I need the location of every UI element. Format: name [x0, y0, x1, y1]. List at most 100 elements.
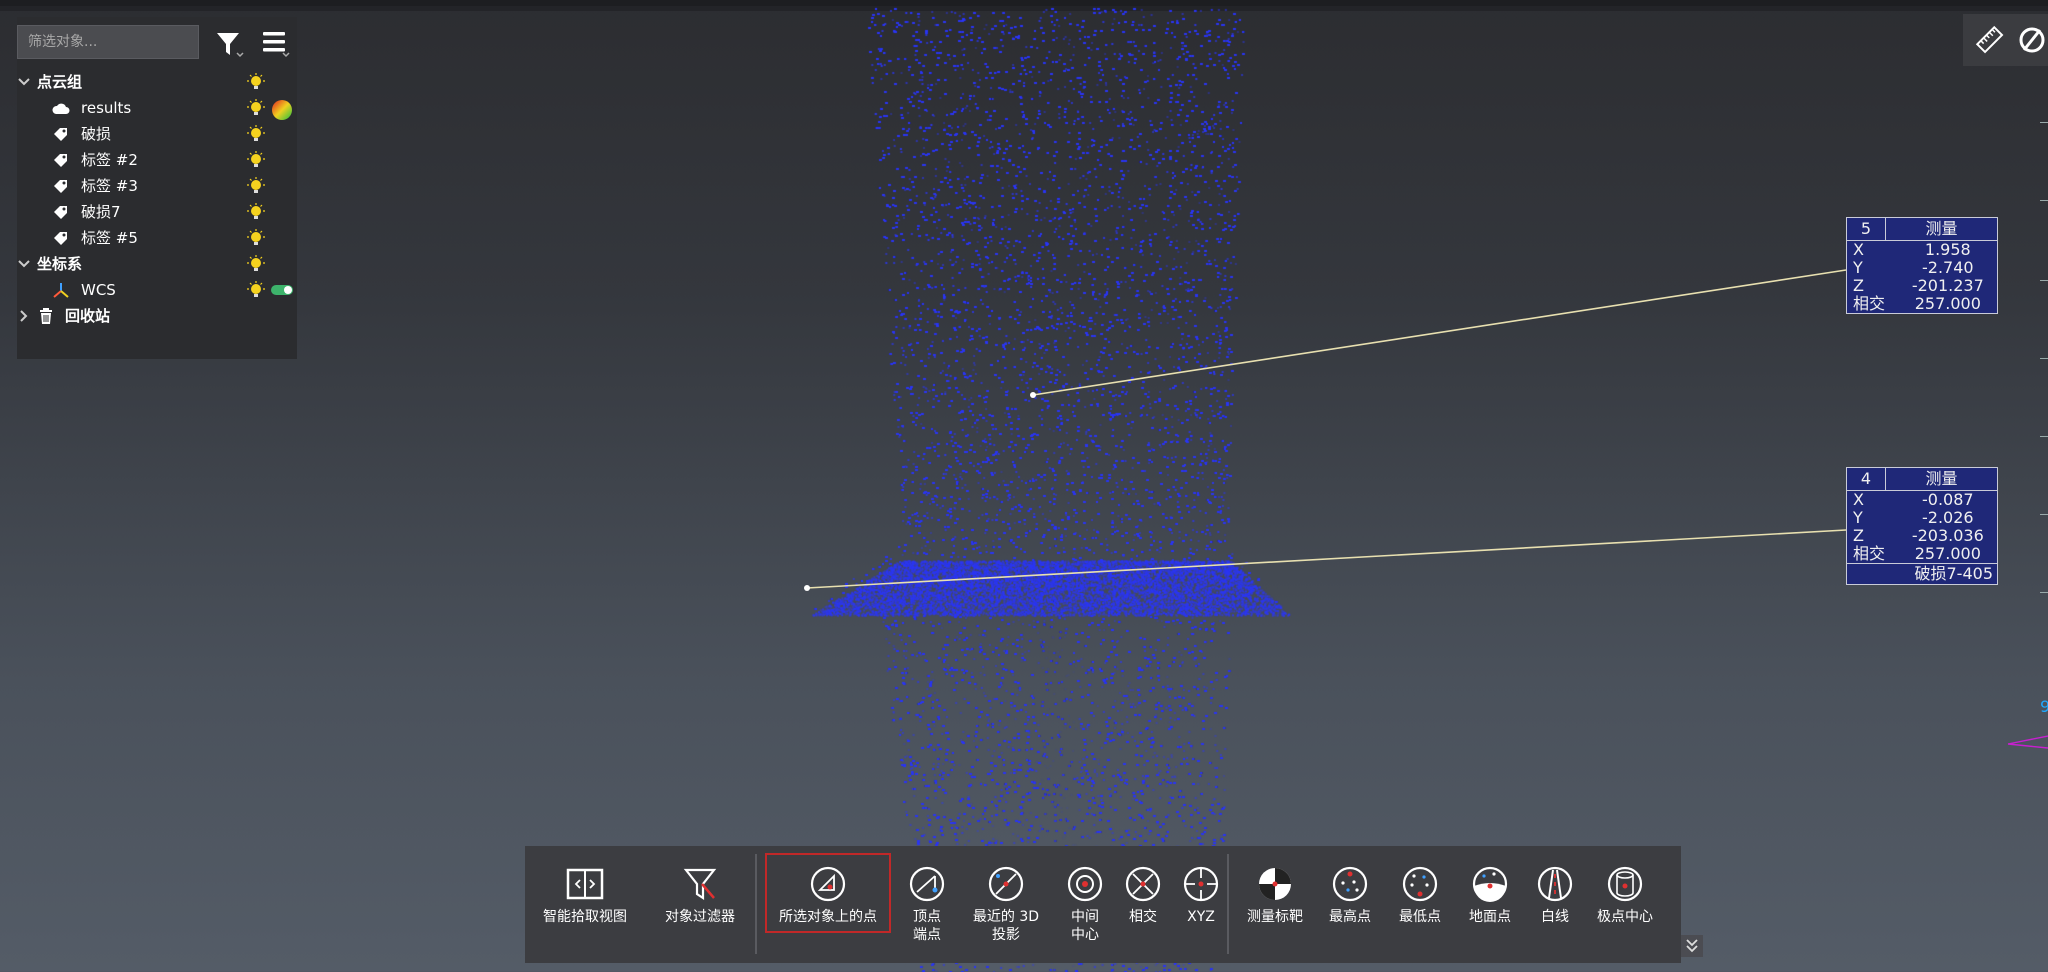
funnel-filter-icon	[683, 868, 717, 901]
tree-item-label: WCS	[81, 281, 116, 299]
options-menu-button[interactable]	[259, 25, 295, 61]
axis-tick	[2040, 122, 2048, 123]
measure-tool-icon[interactable]	[2018, 24, 2048, 56]
vertex-endpoint-button[interactable]: 顶点 端点	[897, 866, 957, 944]
tool-label: XYZ	[1187, 909, 1215, 925]
tree-item-tag[interactable]: 标签 #5	[17, 225, 297, 251]
visibility-bulb-icon[interactable]	[247, 177, 265, 195]
tree-item-recycle-bin[interactable]: 回收站	[17, 303, 297, 329]
object-filter-button[interactable]: 对象过滤器	[655, 866, 745, 926]
chevron-right-icon[interactable]	[17, 309, 31, 323]
intersection-button[interactable]: 相交	[1113, 866, 1173, 926]
coord-value: 257.000	[1914, 544, 1981, 563]
middle-center-button[interactable]: 中间 中心	[1055, 866, 1115, 944]
pole-center-button[interactable]: 极点中心	[1585, 866, 1665, 926]
toolbar-separator	[755, 854, 757, 954]
coord-value: -2.740	[1922, 258, 1974, 277]
target-icon	[1259, 868, 1291, 900]
coord-value: 1.958	[1924, 240, 1971, 259]
tree-item-coordinate-systems[interactable]: 坐标系	[17, 251, 297, 277]
tree-item-tag[interactable]: 标签 #3	[17, 173, 297, 199]
visibility-bulb-icon[interactable]	[247, 203, 265, 221]
tree-item-label: 回收站	[65, 307, 111, 325]
measurement-id: 5	[1847, 218, 1886, 240]
tree-item-wcs[interactable]: WCS	[17, 277, 297, 303]
coord-value: -203.036	[1911, 526, 1984, 545]
tree-item-label: 破损	[81, 125, 112, 143]
tree-item-label: 标签 #3	[81, 177, 138, 195]
coord-label: Z	[1853, 276, 1864, 295]
tool-label: 中心	[1071, 927, 1099, 943]
coord-value: -2.026	[1922, 508, 1974, 527]
xyz-button[interactable]: XYZ	[1171, 866, 1231, 926]
axis-tick	[2040, 592, 2048, 593]
axis-tick	[2040, 280, 2048, 281]
lowest-point-icon	[1402, 866, 1438, 902]
axis-tick	[2040, 358, 2048, 359]
tag-icon	[54, 128, 67, 141]
smart-pick-view-button[interactable]: 智能拾取视图	[535, 866, 635, 926]
measurement-box-4[interactable]: 4 测量 X -0.087 Y -2.026 Z -203.036 相交 257.000 …	[1846, 467, 1998, 585]
color-scale-icon[interactable]	[271, 99, 293, 121]
coord-value: -201.237	[1911, 276, 1984, 295]
visibility-bulb-icon[interactable]	[247, 281, 265, 299]
tree-item-tag[interactable]: 破损	[17, 121, 297, 147]
coord-label: Y	[1853, 258, 1863, 277]
ground-point-icon	[1472, 866, 1508, 902]
crosshair-icon	[1183, 866, 1219, 902]
visibility-bulb-icon[interactable]	[247, 151, 265, 169]
toggle-switch[interactable]	[271, 284, 295, 296]
tree-item-results[interactable]: results	[17, 95, 297, 121]
object-tree: 点云组 results 破损 标签 #2 标签 #3 破损7 标签 #5 坐标系…	[17, 69, 297, 329]
tree-item-tag[interactable]: 标签 #2	[17, 147, 297, 173]
ground-point-button[interactable]: 地面点	[1457, 866, 1523, 926]
axis-tick	[2040, 514, 2048, 515]
point-on-object-icon	[810, 866, 846, 902]
filter-button[interactable]	[213, 25, 249, 61]
tree-item-tag[interactable]: 破损7	[17, 199, 297, 225]
tool-label: 端点	[913, 927, 941, 943]
white-line-button[interactable]: 白线	[1527, 866, 1583, 926]
visibility-bulb-icon[interactable]	[247, 229, 265, 247]
tree-item-point-cloud-group[interactable]: 点云组	[17, 69, 297, 95]
nearest-projection-icon	[988, 866, 1024, 902]
toolbar-separator	[1227, 854, 1229, 954]
double-chevron-down-icon	[1686, 939, 1698, 953]
coord-label: Z	[1853, 526, 1864, 545]
vertex-icon	[909, 866, 945, 902]
right-top-toolbar	[1963, 14, 2048, 66]
coord-label: 相交	[1853, 544, 1886, 563]
visibility-bulb-icon[interactable]	[247, 125, 265, 143]
tree-item-label: 破损7	[81, 203, 121, 221]
point-cloud-viewport[interactable]	[0, 0, 2048, 972]
tool-label: 极点中心	[1597, 909, 1653, 925]
coord-value: 257.000	[1914, 294, 1981, 313]
highest-point-button[interactable]: 最高点	[1317, 866, 1383, 926]
tree-item-label: 点云组	[37, 73, 83, 91]
tool-label: 地面点	[1469, 909, 1511, 925]
measurement-box-5[interactable]: 5 测量 X 1.958 Y -2.740 Z -201.237 相交 257.000	[1846, 217, 1998, 314]
chevron-down-icon[interactable]	[17, 257, 31, 271]
tool-label: 智能拾取视图	[543, 909, 627, 925]
chevron-down-icon[interactable]	[17, 75, 31, 89]
collapse-toolbar-button[interactable]	[1681, 935, 1703, 957]
nearest-3d-projection-button[interactable]: 最近的 3D 投影	[963, 866, 1049, 944]
measurement-values: X -0.087 Y -2.026 Z -203.036 相交 257.000	[1847, 491, 1997, 563]
coord-label: 相交	[1853, 294, 1886, 313]
tree-item-label: results	[81, 99, 132, 117]
filter-objects-input[interactable]	[17, 25, 199, 59]
visibility-bulb-icon[interactable]	[247, 99, 265, 117]
measurement-values: X 1.958 Y -2.740 Z -201.237 相交 257.000	[1847, 241, 1997, 313]
visibility-bulb-icon[interactable]	[247, 255, 265, 273]
ruler-icon[interactable]	[1975, 24, 2005, 56]
measurement-target-button[interactable]: 测量标靶	[1237, 866, 1313, 926]
tool-label: 投影	[992, 927, 1020, 943]
measurement-id: 4	[1847, 468, 1886, 490]
visibility-bulb-icon[interactable]	[247, 73, 265, 91]
measurement-title: 测量	[1925, 469, 1958, 488]
axes-icon	[53, 283, 69, 298]
lowest-point-button[interactable]: 最低点	[1387, 866, 1453, 926]
highest-point-icon	[1332, 866, 1368, 902]
menu-icon	[263, 32, 290, 58]
point-on-selected-object-button[interactable]: 所选对象上的点	[768, 866, 888, 926]
